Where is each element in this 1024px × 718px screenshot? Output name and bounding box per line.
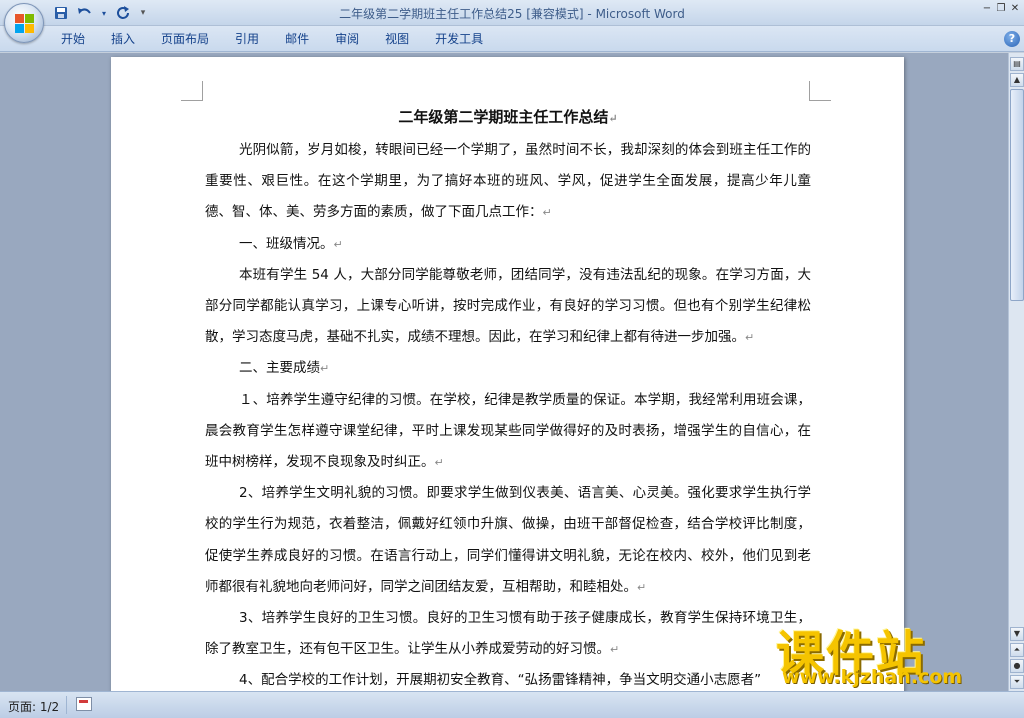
document-title: 二年级第二学期班主任工作总结↵ [398,108,618,126]
document-area: 二年级第二学期班主任工作总结↵ 光阴似箭，岁月如梭，转眼间已经一个学期了，虽然时… [0,53,1008,691]
document-page[interactable]: 二年级第二学期班主任工作总结↵ 光阴似箭，岁月如梭，转眼间已经一个学期了，虽然时… [111,57,904,691]
tab-mailings[interactable]: 邮件 [272,26,322,52]
tab-view[interactable]: 视图 [372,26,422,52]
title-bar: ▾ ▾ 二年级第二学期班主任工作总结25 [兼容模式] - Microsoft … [0,0,1024,26]
document-body[interactable]: 二年级第二学期班主任工作总结↵ 光阴似箭，岁月如梭，转眼间已经一个学期了，虽然时… [205,103,811,691]
tab-insert[interactable]: 插入 [98,26,148,52]
vertical-scrollbar[interactable]: ▤ ▲ ▼ ⏶ ● ⏷ [1008,53,1024,691]
scroll-down-icon[interactable]: ▼ [1010,627,1024,641]
margin-corner-top-right [809,81,831,101]
status-separator [66,696,67,714]
heading-main-achievements: 二、主要成绩↵ [239,360,330,377]
scrollbar-thumb[interactable] [1010,89,1024,301]
paragraph-hygiene: 3、培养学生良好的卫生习惯。良好的卫生习惯有助于孩子健康成长，教育学生保持环境卫… [205,610,811,658]
document-name: 二年级第二学期班主任工作总结25 [兼容模式] [339,7,584,21]
proofing-icon[interactable] [76,697,92,711]
tab-references[interactable]: 引用 [222,26,272,52]
scroll-up-icon[interactable]: ▲ [1010,73,1024,87]
office-logo-icon [15,14,35,34]
watermark: 课件站 www.kjzhan.com [776,614,1008,691]
restore-button[interactable]: ❐ [994,2,1008,16]
office-button[interactable] [4,3,44,43]
paragraph-class-situation: 本班有学生 54 人，大部分同学能尊敬老师，团结同学，没有违法乱纪的现象。在学习… [205,266,811,346]
window-controls: − ❐ ✕ [980,2,1022,16]
page-count[interactable]: 页面: 1/2 [8,698,59,715]
tab-developer[interactable]: 开发工具 [422,26,496,52]
paragraph-manners: 2、培养学生文明礼貌的习惯。即要求学生做到仪表美、语言美、心灵美。强化要求学生执… [205,485,811,595]
tab-review[interactable]: 审阅 [322,26,372,52]
ruler-toggle-icon[interactable]: ▤ [1010,57,1024,71]
close-button[interactable]: ✕ [1008,2,1022,16]
heading-class-situation: 一、班级情况。↵ [239,235,343,252]
title-separator: - [583,7,596,21]
paragraph-intro: 光阴似箭，岁月如梭，转眼间已经一个学期了，虽然时间不长，我却深刻的体会到班主任工… [205,142,811,221]
next-page-icon[interactable]: ⏷ [1010,675,1024,689]
previous-page-icon[interactable]: ⏶ [1010,643,1024,657]
tab-page-layout[interactable]: 页面布局 [148,26,222,52]
tab-home[interactable]: 开始 [48,26,98,52]
ribbon-tabs: 开始 插入 页面布局 引用 邮件 审阅 视图 开发工具 [48,26,496,52]
status-bar: 页面: 1/2 [0,691,1024,718]
paragraph-school-plan: 4、配合学校的工作计划，开展期初安全教育、“弘扬雷锋精神，争当文明交通小志愿者” [239,672,762,689]
app-name: Microsoft Word [595,7,685,21]
paragraph-discipline: １、培养学生遵守纪律的习惯。在学校，纪律是教学质量的保证。本学期，我经常利用班会… [205,391,811,471]
margin-corner-top-left [181,81,203,101]
help-icon[interactable]: ? [1004,31,1020,47]
watermark-url: www.kjzhan.com [782,666,963,688]
ribbon-tab-bar: 开始 插入 页面布局 引用 邮件 审阅 视图 开发工具 ? [0,26,1024,52]
window-title: 二年级第二学期班主任工作总结25 [兼容模式] - Microsoft Word [0,5,1024,22]
paragraph-mark: ↵ [608,112,618,125]
minimize-button[interactable]: − [980,2,994,16]
browse-object-icon[interactable]: ● [1010,659,1024,673]
